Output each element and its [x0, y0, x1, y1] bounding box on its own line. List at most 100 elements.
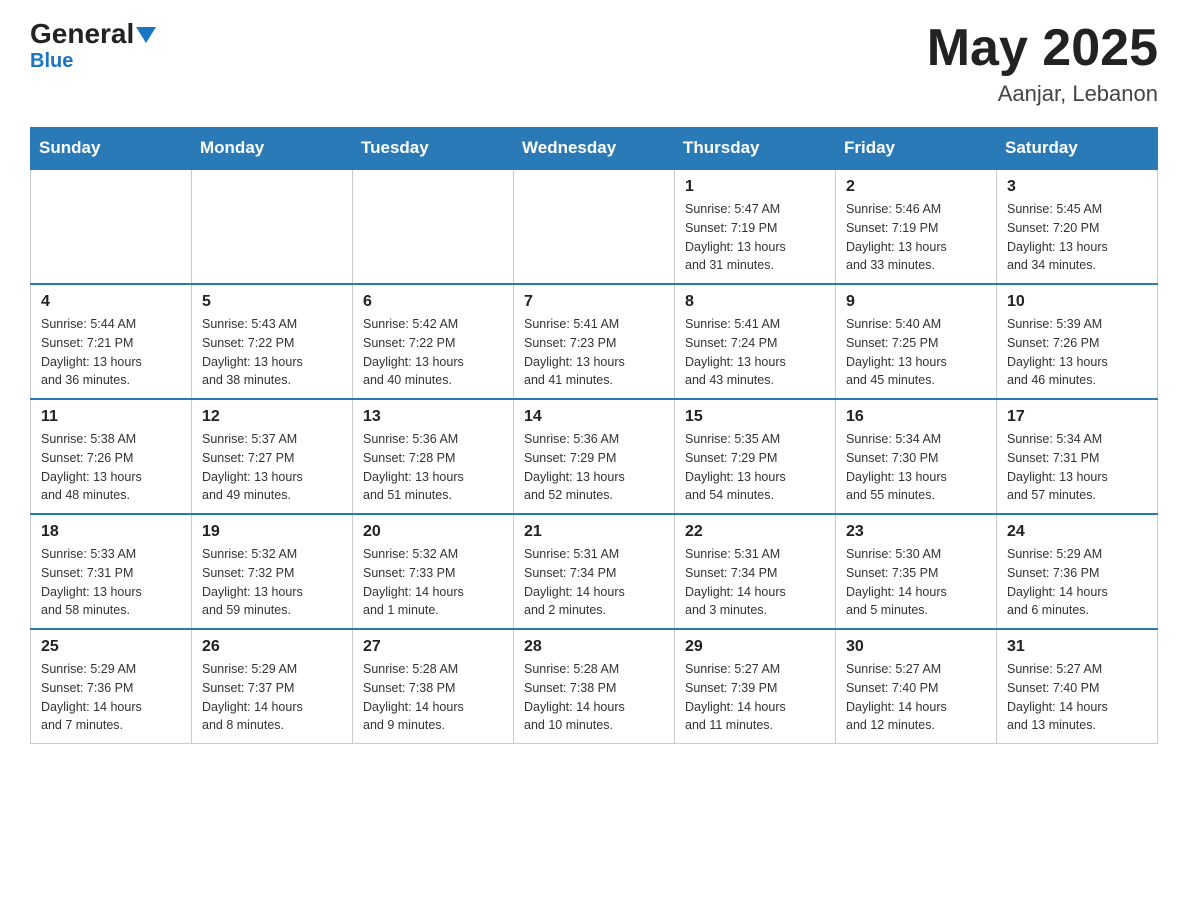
calendar-body: 1 Sunrise: 5:47 AMSunset: 7:19 PMDaylight… — [31, 169, 1158, 744]
calendar-day-cell: 9 Sunrise: 5:40 AMSunset: 7:25 PMDaylight… — [836, 284, 997, 399]
calendar-day-cell: 12Sunrise: 5:37 AMSunset: 7:27 PMDayligh… — [192, 399, 353, 514]
weekday-header-cell: Wednesday — [514, 128, 675, 170]
day-info: Sunrise: 5:32 AMSunset: 7:33 PMDaylight:… — [363, 545, 503, 620]
day-number: 18 — [41, 523, 181, 541]
day-number: 1 — [685, 178, 825, 196]
weekday-header-cell: Thursday — [675, 128, 836, 170]
day-info: Sunrise: 5:36 AMSunset: 7:28 PMDaylight:… — [363, 430, 503, 505]
day-info: Sunrise: 5:27 AMSunset: 7:40 PMDaylight:… — [846, 660, 986, 735]
calendar-day-cell: 22 Sunrise: 5:31 AMSunset: 7:34 PMDayligh… — [675, 514, 836, 629]
calendar-day-cell — [514, 169, 675, 284]
calendar-day-cell: 3 Sunrise: 5:45 AMSunset: 7:20 PMDaylight… — [997, 169, 1158, 284]
calendar-day-cell: 13 Sunrise: 5:36 AMSunset: 7:28 PMDayligh… — [353, 399, 514, 514]
day-number: 16 — [846, 408, 986, 426]
calendar-day-cell: 21 Sunrise: 5:31 AMSunset: 7:34 PMDayligh… — [514, 514, 675, 629]
calendar-day-cell — [353, 169, 514, 284]
day-number: 19 — [202, 523, 342, 541]
day-info: Sunrise: 5:38 AMSunset: 7:26 PMDaylight:… — [41, 430, 181, 505]
day-number: 10 — [1007, 293, 1147, 311]
logo-triangle-icon — [136, 27, 156, 43]
day-number: 8 — [685, 293, 825, 311]
day-info: Sunrise: 5:36 AMSunset: 7:29 PMDaylight:… — [524, 430, 664, 505]
day-number: 26 — [202, 638, 342, 656]
calendar-day-cell: 15Sunrise: 5:35 AMSunset: 7:29 PMDayligh… — [675, 399, 836, 514]
day-info: Sunrise: 5:44 AMSunset: 7:21 PMDaylight:… — [41, 315, 181, 390]
calendar-day-cell: 1 Sunrise: 5:47 AMSunset: 7:19 PMDaylight… — [675, 169, 836, 284]
day-number: 5 — [202, 293, 342, 311]
calendar-day-cell: 26 Sunrise: 5:29 AMSunset: 7:37 PMDayligh… — [192, 629, 353, 744]
calendar-day-cell: 11Sunrise: 5:38 AMSunset: 7:26 PMDayligh… — [31, 399, 192, 514]
day-number: 24 — [1007, 523, 1147, 541]
day-number: 29 — [685, 638, 825, 656]
location-subtitle: Aanjar, Lebanon — [927, 81, 1158, 107]
calendar-day-cell: 25Sunrise: 5:29 AMSunset: 7:36 PMDayligh… — [31, 629, 192, 744]
calendar-day-cell — [31, 169, 192, 284]
calendar-day-cell: 30 Sunrise: 5:27 AMSunset: 7:40 PMDayligh… — [836, 629, 997, 744]
day-number: 15 — [685, 408, 825, 426]
day-info: Sunrise: 5:31 AMSunset: 7:34 PMDaylight:… — [524, 545, 664, 620]
calendar-day-cell: 23 Sunrise: 5:30 AMSunset: 7:35 PMDayligh… — [836, 514, 997, 629]
day-number: 13 — [363, 408, 503, 426]
day-info: Sunrise: 5:28 AMSunset: 7:38 PMDaylight:… — [363, 660, 503, 735]
day-number: 4 — [41, 293, 181, 311]
calendar-week-row: 18Sunrise: 5:33 AMSunset: 7:31 PMDayligh… — [31, 514, 1158, 629]
day-info: Sunrise: 5:46 AMSunset: 7:19 PMDaylight:… — [846, 200, 986, 275]
day-number: 23 — [846, 523, 986, 541]
weekday-header-cell: Monday — [192, 128, 353, 170]
calendar-day-cell: 7 Sunrise: 5:41 AMSunset: 7:23 PMDaylight… — [514, 284, 675, 399]
calendar-day-cell: 18Sunrise: 5:33 AMSunset: 7:31 PMDayligh… — [31, 514, 192, 629]
logo: General — [30, 20, 156, 48]
calendar-day-cell: 20Sunrise: 5:32 AMSunset: 7:33 PMDayligh… — [353, 514, 514, 629]
day-info: Sunrise: 5:45 AMSunset: 7:20 PMDaylight:… — [1007, 200, 1147, 275]
day-info: Sunrise: 5:29 AMSunset: 7:37 PMDaylight:… — [202, 660, 342, 735]
title-area: May 2025 Aanjar, Lebanon — [927, 20, 1158, 107]
day-info: Sunrise: 5:39 AMSunset: 7:26 PMDaylight:… — [1007, 315, 1147, 390]
calendar-week-row: 25Sunrise: 5:29 AMSunset: 7:36 PMDayligh… — [31, 629, 1158, 744]
calendar-day-cell: 8Sunrise: 5:41 AMSunset: 7:24 PMDaylight… — [675, 284, 836, 399]
day-info: Sunrise: 5:27 AMSunset: 7:40 PMDaylight:… — [1007, 660, 1147, 735]
calendar-day-cell: 6Sunrise: 5:42 AMSunset: 7:22 PMDaylight… — [353, 284, 514, 399]
day-info: Sunrise: 5:32 AMSunset: 7:32 PMDaylight:… — [202, 545, 342, 620]
day-info: Sunrise: 5:34 AMSunset: 7:31 PMDaylight:… — [1007, 430, 1147, 505]
calendar-week-row: 1 Sunrise: 5:47 AMSunset: 7:19 PMDaylight… — [31, 169, 1158, 284]
month-year-title: May 2025 — [927, 20, 1158, 77]
calendar-day-cell: 29 Sunrise: 5:27 AMSunset: 7:39 PMDayligh… — [675, 629, 836, 744]
day-number: 9 — [846, 293, 986, 311]
calendar-week-row: 11Sunrise: 5:38 AMSunset: 7:26 PMDayligh… — [31, 399, 1158, 514]
calendar-day-cell: 31Sunrise: 5:27 AMSunset: 7:40 PMDayligh… — [997, 629, 1158, 744]
day-info: Sunrise: 5:30 AMSunset: 7:35 PMDaylight:… — [846, 545, 986, 620]
day-number: 3 — [1007, 178, 1147, 196]
day-number: 27 — [363, 638, 503, 656]
day-info: Sunrise: 5:27 AMSunset: 7:39 PMDaylight:… — [685, 660, 825, 735]
day-info: Sunrise: 5:31 AMSunset: 7:34 PMDaylight:… — [685, 545, 825, 620]
day-info: Sunrise: 5:28 AMSunset: 7:38 PMDaylight:… — [524, 660, 664, 735]
page-header: General Blue May 2025 Aanjar, Lebanon — [30, 20, 1158, 107]
logo-area: General Blue — [30, 20, 156, 73]
day-info: Sunrise: 5:41 AMSunset: 7:23 PMDaylight:… — [524, 315, 664, 390]
weekday-header-cell: Friday — [836, 128, 997, 170]
calendar-day-cell: 27 Sunrise: 5:28 AMSunset: 7:38 PMDayligh… — [353, 629, 514, 744]
day-number: 14 — [524, 408, 664, 426]
day-info: Sunrise: 5:43 AMSunset: 7:22 PMDaylight:… — [202, 315, 342, 390]
calendar-day-cell: 24Sunrise: 5:29 AMSunset: 7:36 PMDayligh… — [997, 514, 1158, 629]
day-number: 22 — [685, 523, 825, 541]
calendar-day-cell: 10 Sunrise: 5:39 AMSunset: 7:26 PMDayligh… — [997, 284, 1158, 399]
day-number: 30 — [846, 638, 986, 656]
weekday-header-cell: Tuesday — [353, 128, 514, 170]
day-number: 7 — [524, 293, 664, 311]
day-info: Sunrise: 5:40 AMSunset: 7:25 PMDaylight:… — [846, 315, 986, 390]
calendar-day-cell: 4 Sunrise: 5:44 AMSunset: 7:21 PMDaylight… — [31, 284, 192, 399]
calendar-day-cell: 14 Sunrise: 5:36 AMSunset: 7:29 PMDayligh… — [514, 399, 675, 514]
calendar-header: SundayMondayTuesdayWednesdayThursdayFrid… — [31, 128, 1158, 170]
day-info: Sunrise: 5:47 AMSunset: 7:19 PMDaylight:… — [685, 200, 825, 275]
weekday-header-row: SundayMondayTuesdayWednesdayThursdayFrid… — [31, 128, 1158, 170]
day-info: Sunrise: 5:37 AMSunset: 7:27 PMDaylight:… — [202, 430, 342, 505]
calendar-day-cell: 5 Sunrise: 5:43 AMSunset: 7:22 PMDaylight… — [192, 284, 353, 399]
day-number: 25 — [41, 638, 181, 656]
calendar-table: SundayMondayTuesdayWednesdayThursdayFrid… — [30, 127, 1158, 744]
day-number: 28 — [524, 638, 664, 656]
calendar-day-cell: 17Sunrise: 5:34 AMSunset: 7:31 PMDayligh… — [997, 399, 1158, 514]
day-number: 21 — [524, 523, 664, 541]
day-number: 6 — [363, 293, 503, 311]
logo-general-text: General — [30, 20, 134, 48]
